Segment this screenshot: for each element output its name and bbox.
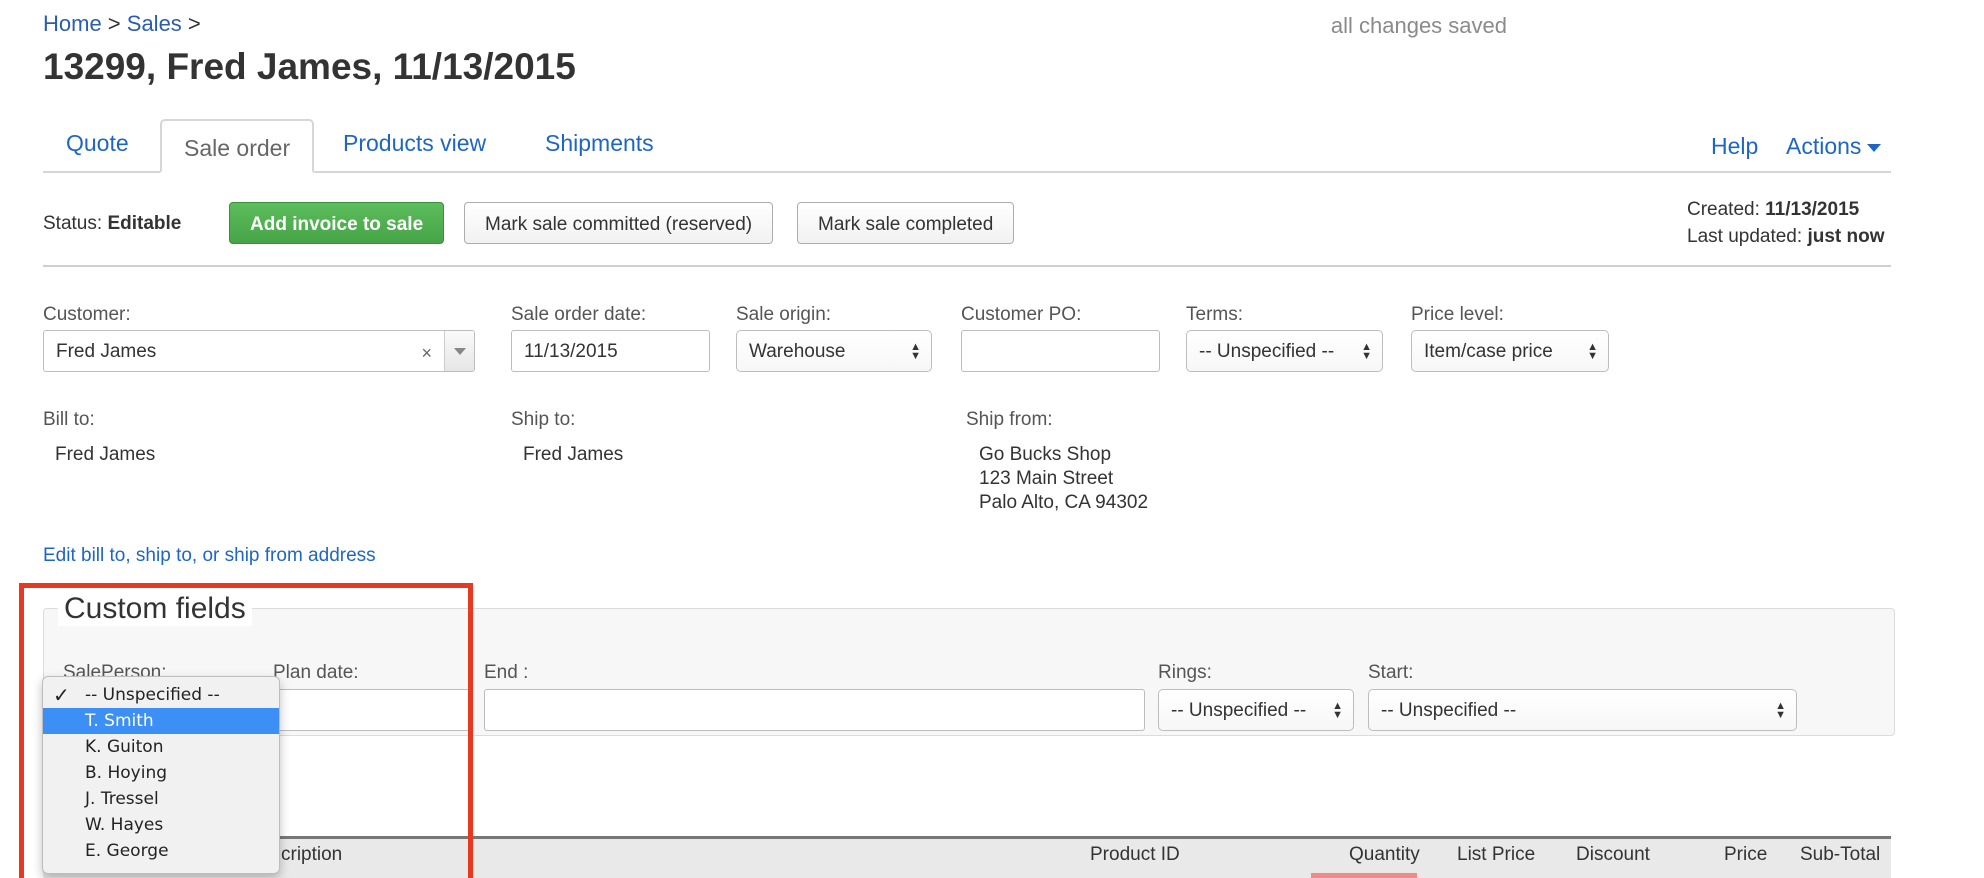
sale-origin-label: Sale origin:	[736, 304, 832, 325]
column-header-discount[interactable]: Discount	[1576, 844, 1650, 866]
end-label: End :	[484, 662, 529, 683]
status-value: Editable	[107, 213, 182, 234]
breadcrumb-sales[interactable]: Sales	[127, 11, 182, 36]
end-input[interactable]	[484, 689, 1145, 731]
price-level-value: Item/case price	[1424, 341, 1553, 362]
clear-icon[interactable]: ×	[421, 343, 432, 364]
page-title: 13299, Fred James, 11/13/2015	[43, 46, 576, 87]
save-status: all changes saved	[1330, 13, 1507, 38]
column-header-price[interactable]: Price	[1724, 844, 1767, 866]
column-header-list-price[interactable]: List Price	[1457, 844, 1535, 866]
address-line: Fred James	[55, 444, 156, 465]
quantity-indicator	[1311, 873, 1417, 878]
address-line: Fred James	[523, 444, 624, 465]
actions-label: Actions	[1786, 133, 1862, 159]
tab-shipments[interactable]: Shipments	[523, 119, 676, 173]
mark-committed-button[interactable]: Mark sale committed (reserved)	[464, 202, 774, 244]
updown-arrows-icon: ▲ ▼	[1587, 341, 1598, 362]
price-level-label: Price level:	[1411, 304, 1504, 325]
mark-completed-button[interactable]: Mark sale completed	[797, 202, 1015, 244]
terms-label: Terms:	[1186, 304, 1243, 325]
customer-value: Fred James	[56, 341, 157, 362]
terms-select[interactable]: -- Unspecified -- ▲ ▼	[1186, 330, 1383, 372]
chevron-down-icon[interactable]	[444, 331, 474, 371]
status: Status: Editable	[43, 213, 181, 235]
ship-from-label: Ship from:	[966, 409, 1053, 430]
sale-meta: Created: 11/13/2015 Last updated: just n…	[1687, 196, 1885, 250]
sale-order-date-input[interactable]: 11/13/2015	[511, 330, 710, 372]
breadcrumb-separator: >	[181, 11, 201, 36]
add-invoice-button[interactable]: Add invoice to sale	[229, 202, 445, 244]
sale-order-date-label: Sale order date:	[511, 304, 647, 325]
start-select[interactable]: -- Unspecified -- ▲ ▼	[1368, 689, 1797, 731]
price-level-select[interactable]: Item/case price ▲ ▼	[1411, 330, 1609, 372]
customer-po-input[interactable]	[961, 330, 1160, 372]
customer-label: Customer:	[43, 304, 131, 325]
edit-address-link[interactable]: Edit bill to, ship to, or ship from addr…	[43, 545, 376, 567]
ship-to-label: Ship to:	[511, 409, 576, 430]
ship-to-address: Fred James	[523, 443, 623, 467]
help-link[interactable]: Help	[1711, 133, 1758, 160]
rings-value: -- Unspecified --	[1171, 700, 1307, 721]
bill-to-label: Bill to:	[43, 409, 95, 430]
terms-value: -- Unspecified --	[1199, 341, 1335, 362]
breadcrumb: Home > Sales >	[43, 11, 201, 37]
breadcrumb-separator: >	[101, 11, 127, 36]
updown-arrows-icon: ▲ ▼	[910, 341, 921, 362]
ship-from-address: Go Bucks Shop 123 Main Street Palo Alto,…	[979, 443, 1148, 515]
tab-products-view[interactable]: Products view	[321, 119, 508, 173]
sale-origin-select[interactable]: Warehouse ▲ ▼	[736, 330, 932, 372]
tab-quote[interactable]: Quote	[44, 119, 151, 173]
start-label: Start:	[1368, 662, 1414, 683]
start-value: -- Unspecified --	[1381, 700, 1517, 721]
highlight-box	[19, 583, 473, 878]
updated-label: Last updated:	[1687, 226, 1803, 247]
customer-po-label: Customer PO:	[961, 304, 1082, 325]
address-line: 123 Main Street	[979, 468, 1114, 489]
address-line: Palo Alto, CA 94302	[979, 492, 1149, 513]
updown-arrows-icon: ▲ ▼	[1775, 700, 1786, 721]
sale-origin-value: Warehouse	[749, 341, 846, 362]
rings-label: Rings:	[1158, 662, 1212, 683]
customer-combobox[interactable]: Fred James ×	[43, 330, 475, 372]
tab-sale-order[interactable]: Sale order	[160, 119, 315, 173]
created-label: Created:	[1687, 199, 1760, 220]
created-value: 11/13/2015	[1765, 199, 1860, 220]
column-header-subtotal[interactable]: Sub-Total	[1800, 844, 1880, 866]
bill-to-address: Fred James	[55, 443, 155, 467]
divider	[43, 265, 1891, 267]
breadcrumb-home[interactable]: Home	[43, 11, 102, 36]
column-header-product-id[interactable]: Product ID	[1090, 844, 1180, 866]
updown-arrows-icon: ▲ ▼	[1361, 341, 1372, 362]
status-label: Status:	[43, 213, 103, 234]
column-header-quantity[interactable]: Quantity	[1349, 844, 1420, 866]
actions-menu[interactable]: Actions	[1786, 133, 1882, 160]
updated-value: just now	[1807, 226, 1885, 247]
address-line: Go Bucks Shop	[979, 444, 1112, 465]
rings-select[interactable]: -- Unspecified -- ▲ ▼	[1158, 689, 1354, 731]
updown-arrows-icon: ▲ ▼	[1332, 700, 1343, 721]
caret-down-icon	[1867, 143, 1882, 152]
